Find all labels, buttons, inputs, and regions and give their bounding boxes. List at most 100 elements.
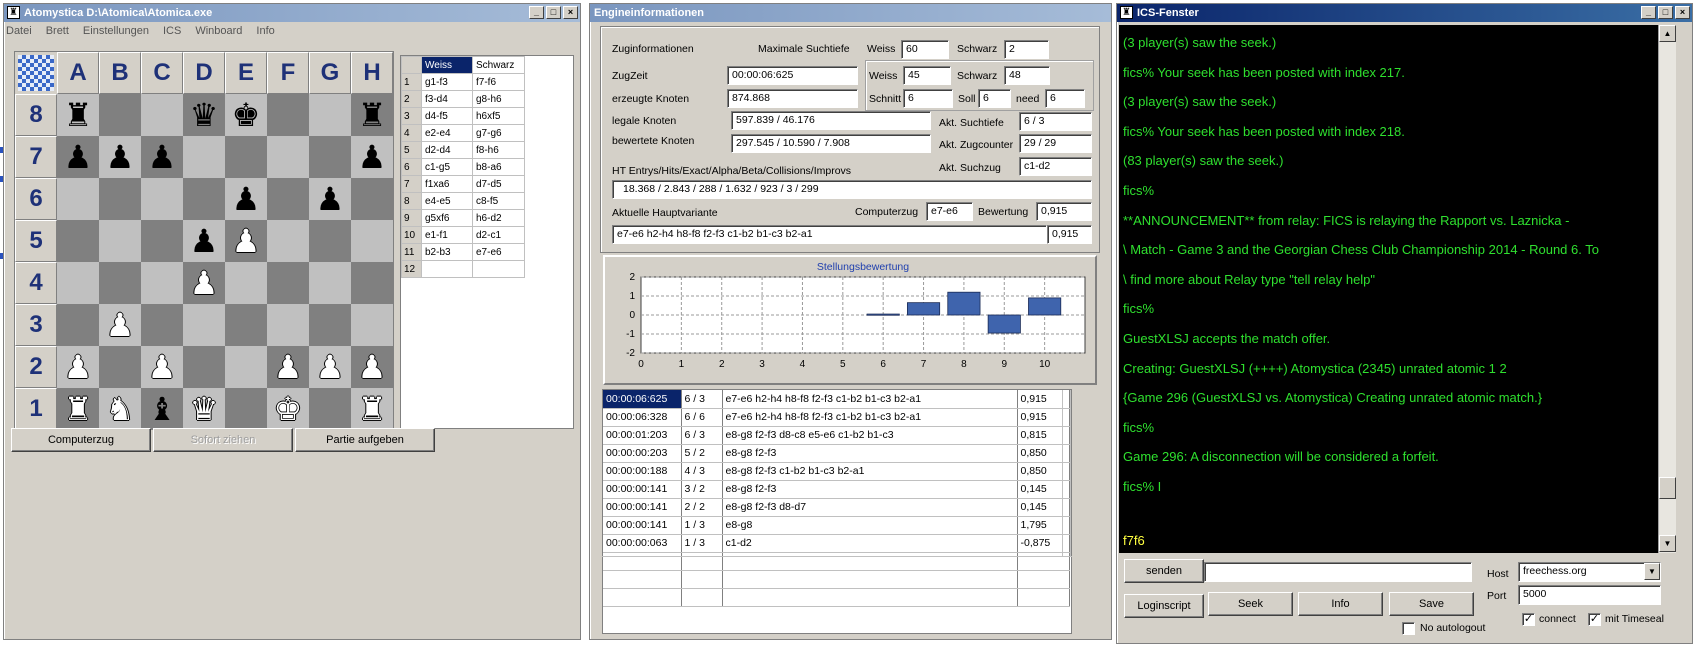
history-row[interactable]: 00:00:00:141 2 / 2 e8-g8 f2-f3 d8-d7 0,145 (603, 498, 1070, 517)
menu-item-einstellungen[interactable]: Einstellungen (83, 25, 149, 37)
board-square[interactable]: ♜ (351, 94, 393, 136)
black-move[interactable]: b8-a6 (472, 158, 525, 176)
board-square[interactable] (267, 262, 309, 304)
board-square[interactable] (351, 262, 393, 304)
scroll-thumb[interactable] (1659, 477, 1676, 499)
ics-title-bar[interactable]: ♜ ICS-Fenster _ □ × (1117, 4, 1692, 22)
bewertung-field[interactable]: 0,915 (1036, 202, 1092, 221)
board-square[interactable]: ♚ (225, 94, 267, 136)
white-pawn-icon[interactable]: ♟ (358, 351, 387, 383)
move-row[interactable]: 1 g1-f3 f7-f6 (401, 73, 525, 91)
white-move[interactable]: f3-d4 (421, 90, 473, 108)
max-depth-black-field[interactable]: 2 (1004, 40, 1049, 59)
menu-item-info[interactable]: Info (256, 25, 274, 37)
white-queen-icon[interactable]: ♛ (190, 393, 219, 425)
black-move[interactable]: g8-h6 (472, 90, 525, 108)
history-hscroll[interactable] (602, 556, 1072, 558)
white-pawn-icon[interactable]: ♟ (232, 225, 261, 257)
menu-item-datei[interactable]: Datei (6, 25, 32, 37)
board-square[interactable]: ♟ (225, 178, 267, 220)
ics-scrollbar[interactable]: ▲ ▼ (1658, 25, 1676, 553)
white-move[interactable]: e1-f1 (421, 226, 473, 244)
move-row[interactable]: 4 e2-e4 g7-g6 (401, 124, 525, 142)
board-square[interactable] (267, 136, 309, 178)
board-square[interactable] (183, 346, 225, 388)
white-column-header[interactable]: Weiss (421, 56, 473, 74)
black-move[interactable]: g7-g6 (472, 124, 525, 142)
board-square[interactable] (225, 136, 267, 178)
move-row[interactable]: 10 e1-f1 d2-c1 (401, 226, 525, 244)
board-square[interactable]: ♟ (351, 346, 393, 388)
board-square[interactable]: ♟ (99, 304, 141, 346)
move-row[interactable]: 2 f3-d4 g8-h6 (401, 90, 525, 108)
board-square[interactable]: ♟ (351, 136, 393, 178)
white-pawn-icon[interactable]: ♟ (274, 351, 303, 383)
board-square[interactable] (225, 388, 267, 430)
white-move[interactable]: e4-e5 (421, 192, 473, 210)
white-move[interactable]: f1xa6 (421, 175, 473, 193)
send-button[interactable]: senden (1124, 559, 1204, 583)
white-rook-icon[interactable]: ♜ (358, 393, 387, 425)
board-square[interactable] (57, 178, 99, 220)
history-vscroll[interactable] (1062, 390, 1071, 556)
close-button[interactable]: × (563, 6, 578, 19)
board-square[interactable]: ♟ (225, 220, 267, 262)
engine-title-bar[interactable]: Engineinformationen (590, 4, 1111, 22)
white-move[interactable]: g1-f3 (421, 73, 473, 91)
board-square[interactable]: ♟ (183, 220, 225, 262)
black-pawn-icon[interactable]: ♟ (148, 141, 177, 173)
pv-score-field[interactable]: 0,915 (1047, 225, 1092, 244)
resign-button[interactable]: Partie aufgeben (295, 428, 435, 452)
board-square[interactable] (57, 220, 99, 262)
history-row[interactable]: 00:00:06:625 6 / 3 e7-e6 h2-h4 h8-f8 f2-f3… (603, 390, 1070, 409)
move-row[interactable]: 7 f1xa6 d7-d5 (401, 175, 525, 193)
black-move[interactable]: f8-h6 (472, 141, 525, 159)
board-square[interactable] (267, 94, 309, 136)
board-square[interactable]: ♟ (99, 136, 141, 178)
history-row[interactable]: 00:00:06:328 6 / 6 e7-e6 h2-h4 h8-f8 f2-f3… (603, 408, 1070, 427)
command-input[interactable] (1204, 562, 1472, 582)
board-square[interactable] (309, 94, 351, 136)
board-square[interactable]: ♜ (57, 94, 99, 136)
move-row[interactable]: 11 b2-b3 e7-e6 (401, 243, 525, 261)
black-pawn-icon[interactable]: ♟ (316, 183, 345, 215)
board-square[interactable] (309, 220, 351, 262)
max-depth-white-field[interactable]: 60 (901, 40, 949, 59)
black-move[interactable]: h6xf5 (472, 107, 525, 125)
board-square[interactable] (141, 304, 183, 346)
board-square[interactable]: ♚ (267, 388, 309, 430)
black-pawn-icon[interactable]: ♟ (358, 141, 387, 173)
port-input[interactable]: 5000 (1518, 585, 1661, 605)
black-king-icon[interactable]: ♚ (232, 99, 261, 131)
black-move[interactable]: d2-c1 (472, 226, 525, 244)
history-row[interactable]: 00:00:01:203 6 / 3 e8-g8 f2-f3 d8-c8 e5-e6… (603, 426, 1070, 445)
time-white-field[interactable]: 45 (903, 66, 951, 85)
board-square[interactable] (57, 262, 99, 304)
board-square[interactable]: ♟ (141, 346, 183, 388)
white-pawn-icon[interactable]: ♟ (64, 351, 93, 383)
black-pawn-icon[interactable]: ♟ (190, 225, 219, 257)
zugzeit-field[interactable]: 00:00:06:625 (727, 66, 858, 85)
ics-minimize-button[interactable]: _ (1641, 6, 1656, 19)
ics-console[interactable]: (3 player(s) saw the seek.) fics% Your se… (1119, 25, 1658, 553)
ht-field[interactable]: 18.368 / 2.843 / 288 / 1.632 / 923 / 3 /… (612, 180, 1092, 199)
history-row[interactable]: 00:00:00:063 1 / 3 c1-d2 -0,875 (603, 534, 1070, 553)
board-square[interactable] (309, 262, 351, 304)
board-square[interactable]: ♟ (57, 136, 99, 178)
no-autologout-checkbox[interactable] (1402, 622, 1415, 635)
soll-field[interactable]: 6 (978, 89, 1011, 108)
white-move[interactable]: d4-f5 (421, 107, 473, 125)
board-square[interactable] (141, 220, 183, 262)
board-square[interactable] (141, 262, 183, 304)
black-move[interactable] (472, 260, 525, 278)
board-square[interactable] (309, 136, 351, 178)
move-row[interactable]: 8 e4-e5 c8-f5 (401, 192, 525, 210)
minimize-button[interactable]: _ (529, 6, 544, 19)
board-square[interactable] (99, 346, 141, 388)
white-king-icon[interactable]: ♚ (274, 393, 303, 425)
board-square[interactable] (351, 304, 393, 346)
history-row[interactable]: 00:00:00:141 3 / 2 e8-g8 f2-f3 0,145 (603, 480, 1070, 499)
white-knight-icon[interactable]: ♞ (106, 393, 135, 425)
black-move[interactable]: c8-f5 (472, 192, 525, 210)
white-move[interactable]: b2-b3 (421, 243, 473, 261)
